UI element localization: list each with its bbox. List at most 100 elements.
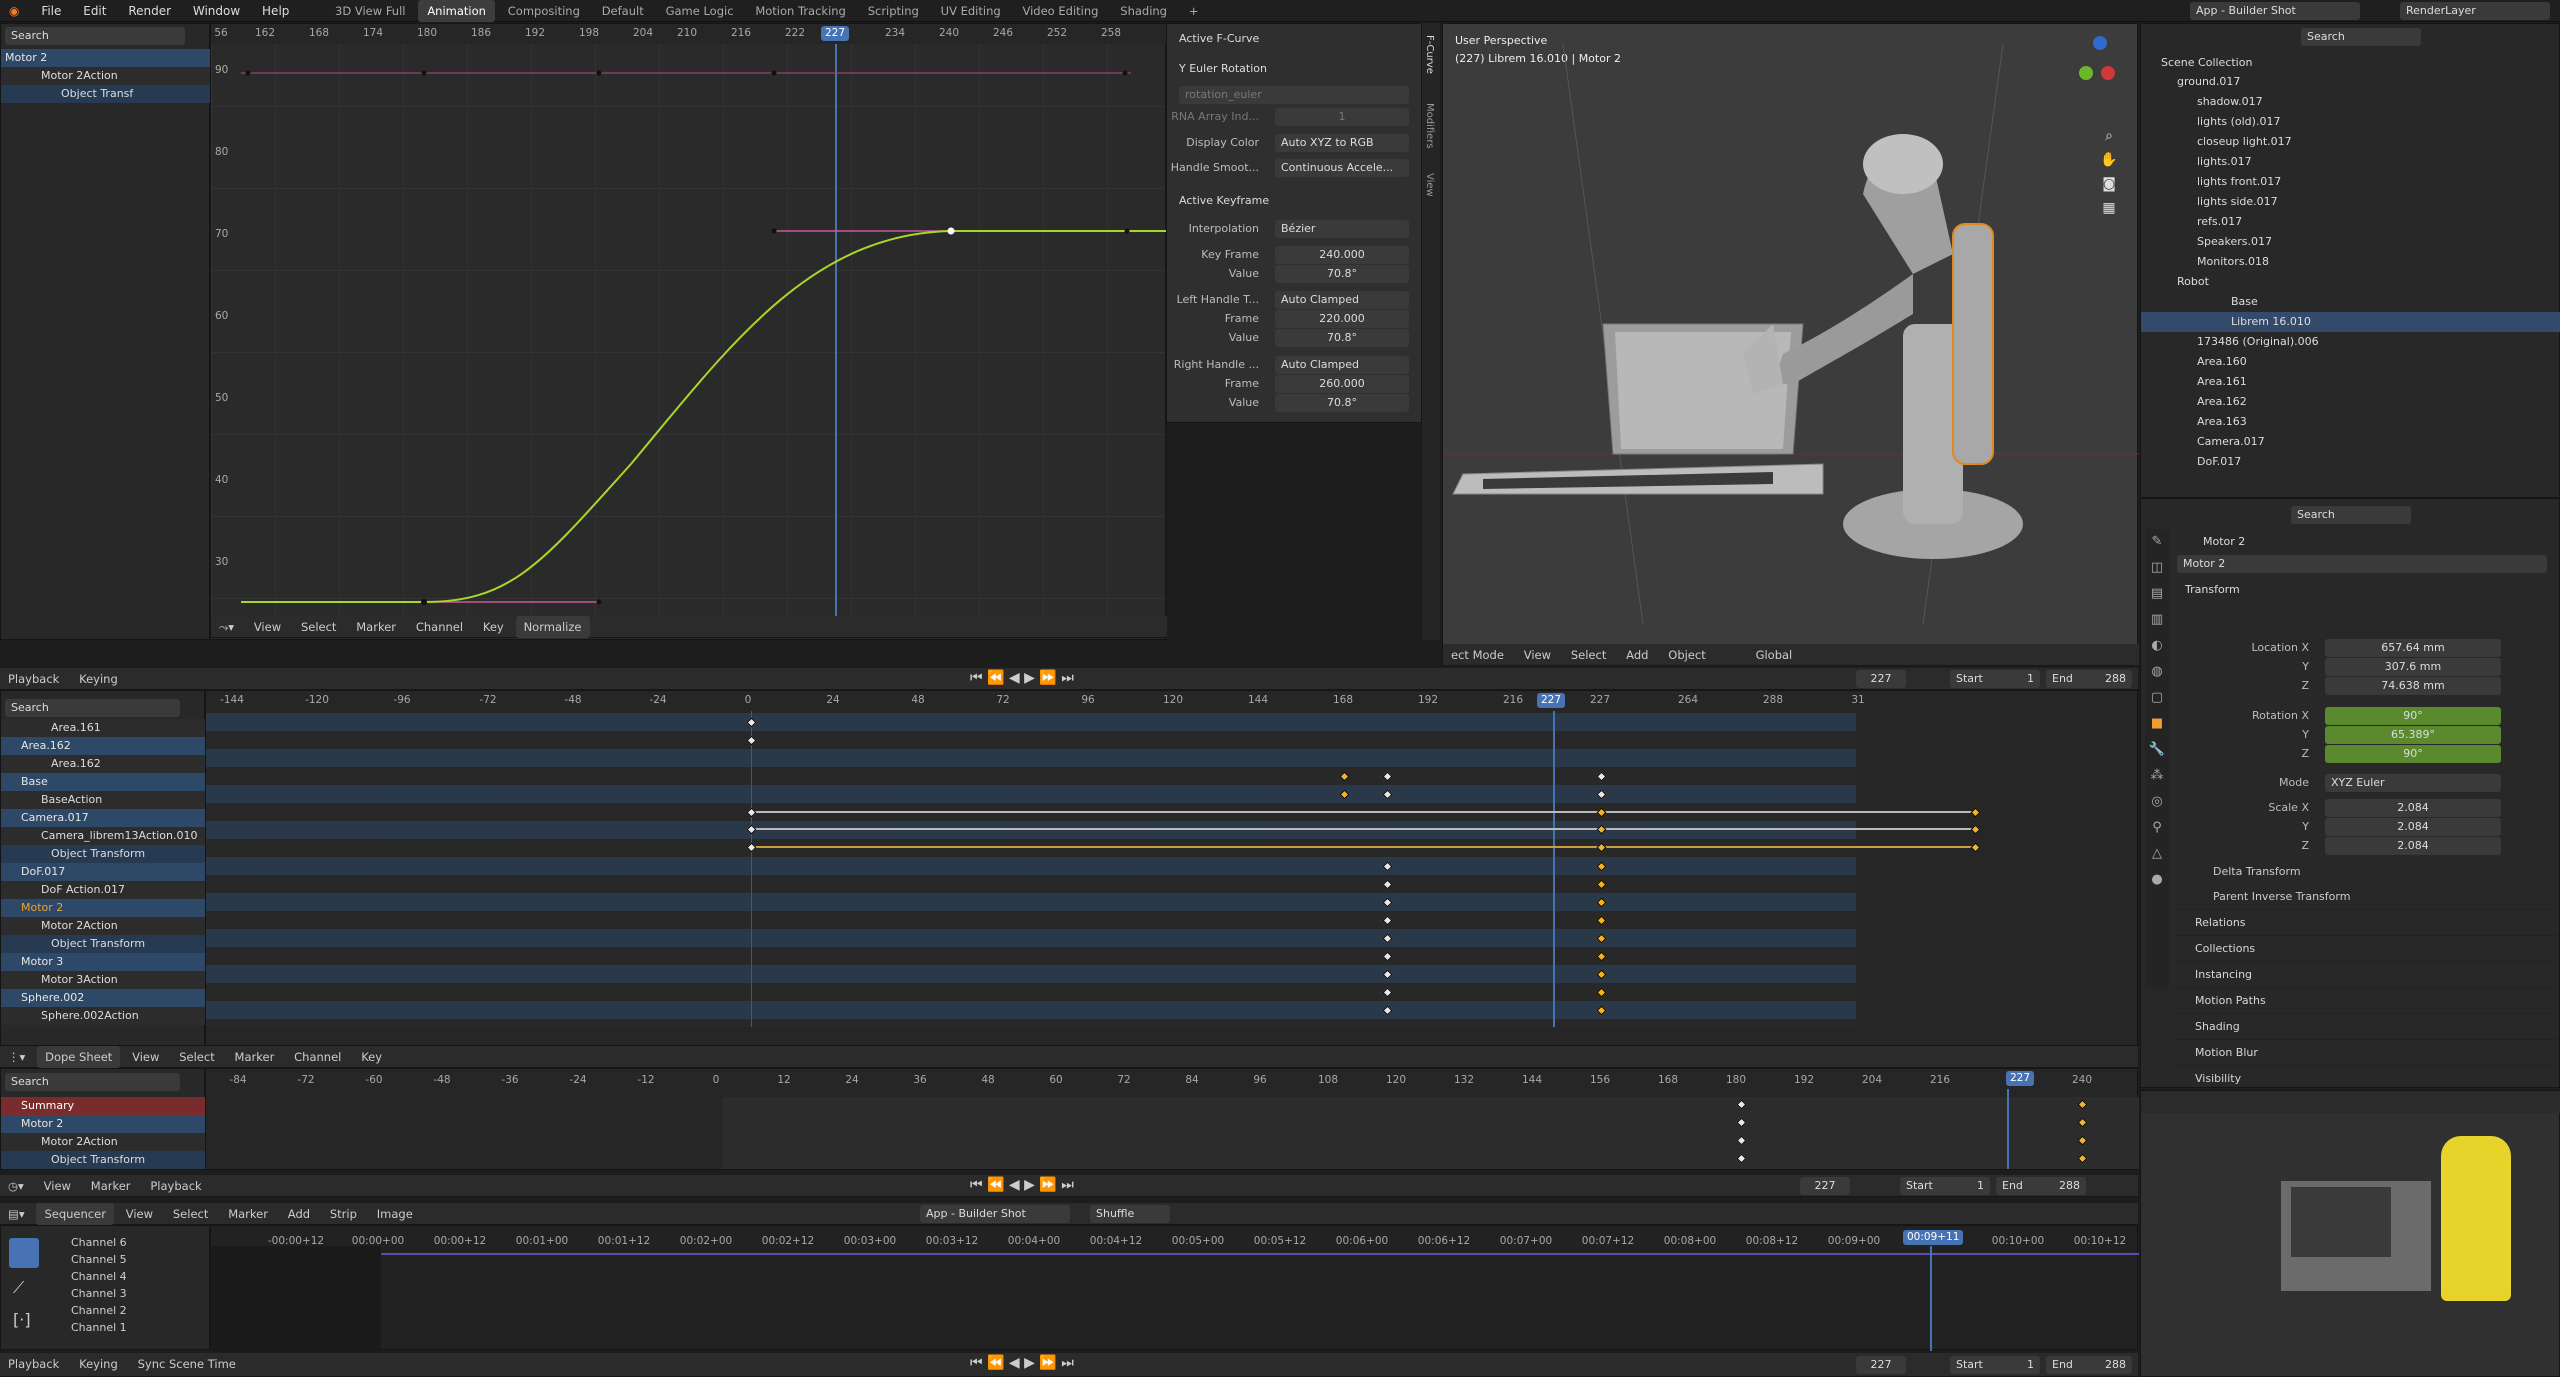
key-frame-field[interactable]: 240.000 — [1275, 246, 1409, 264]
sequencer-shuffle-select[interactable]: Shuffle — [1090, 1205, 1170, 1223]
collections-panel[interactable]: Collections — [2177, 935, 2557, 961]
channel-row[interactable]: Camera_librem13Action.010 — [1, 827, 206, 845]
tab-animation[interactable]: Animation — [418, 0, 495, 22]
channel-motor-2[interactable]: Motor 2 — [1, 49, 211, 67]
bottom-start-field[interactable]: Start 1 — [1950, 1356, 2040, 1374]
location-z-field[interactable]: 74.638 mm — [2325, 677, 2501, 695]
sequencer-mode-select[interactable]: Sequencer — [36, 1203, 114, 1225]
graph-menu-marker[interactable]: Marker — [348, 616, 404, 638]
outliner-item[interactable]: Speakers.017 — [2141, 232, 2560, 252]
world-tab-icon[interactable]: ◍ — [2145, 659, 2169, 685]
add-workspace-icon[interactable]: + — [1180, 0, 1208, 22]
bottom-playback-controls[interactable]: ⏮ ⏪ ◀ ▶ ⏩ ⏭ — [970, 1355, 1074, 1371]
rotation-mode-select[interactable]: XYZ Euler — [2325, 774, 2501, 792]
object-tab-icon[interactable]: ■ — [2145, 711, 2169, 737]
channel-row[interactable]: Sphere.002 — [1, 989, 206, 1007]
channel-row[interactable]: Motor 2Action — [1, 917, 206, 935]
motion-paths-panel[interactable]: Motion Paths — [2177, 987, 2557, 1013]
active-keyframe-title[interactable]: Active Keyframe — [1179, 194, 1269, 207]
channel-row[interactable]: Camera.017 — [1, 809, 206, 827]
navigation-gizmo[interactable] — [2053, 36, 2123, 106]
start-frame-field[interactable]: Start 1 — [1950, 670, 2040, 688]
properties-search-input[interactable]: Search — [2291, 506, 2411, 524]
zoom-icon[interactable]: ⌕ — [2099, 124, 2119, 148]
bottom-frame-field[interactable]: 227 — [1856, 1356, 1906, 1374]
parent-inverse-subpanel[interactable]: Parent Inverse Transform — [2213, 890, 2350, 903]
channel-row[interactable]: Object Transform — [1, 845, 206, 863]
shading-panel[interactable]: Shading — [2177, 1013, 2557, 1039]
data-tab-icon[interactable]: △ — [2145, 841, 2169, 867]
outliner-item[interactable]: Area.161 — [2141, 372, 2560, 392]
rotation-x-field[interactable]: 90° — [2325, 707, 2501, 725]
location-x-field[interactable]: 657.64 mm — [2325, 639, 2501, 657]
transform-panel-header[interactable]: Transform — [2185, 583, 2240, 596]
tab-view[interactable]: View — [1424, 173, 1435, 197]
handle-point[interactable] — [596, 599, 602, 605]
sequencer-channel-1[interactable]: Channel 1 — [67, 1319, 207, 1336]
sequencer-menu-view[interactable]: View — [118, 1203, 161, 1225]
dopesheet-menu-view[interactable]: View — [124, 1046, 167, 1068]
handle-smoothing-select[interactable]: Continuous Accele... — [1275, 159, 1409, 177]
summary-row[interactable]: Summary — [1, 1097, 206, 1115]
channel-row[interactable]: Motor 2 — [1, 899, 206, 917]
select-tool-icon[interactable] — [9, 1238, 39, 1268]
handle-point[interactable] — [1124, 228, 1130, 234]
active-fcurve-title[interactable]: Active F-Curve — [1179, 32, 1259, 45]
tab-uv-editing[interactable]: UV Editing — [932, 0, 1010, 22]
keyframe[interactable] — [1970, 842, 1981, 853]
motion-blur-panel[interactable]: Motion Blur — [2177, 1039, 2557, 1065]
visibility-panel[interactable]: Visibility — [2177, 1065, 2557, 1091]
outliner-item[interactable]: closeup light.017 — [2141, 132, 2560, 152]
timeline1-playback-menu[interactable]: Playback — [0, 668, 67, 690]
channel-row[interactable]: Motor 2 — [1, 1115, 206, 1133]
outliner-item[interactable]: Base — [2141, 292, 2560, 312]
sequencer-channel-2[interactable]: Channel 2 — [67, 1302, 207, 1319]
timeline2-menu-marker[interactable]: Marker — [83, 1175, 139, 1197]
key-value-field[interactable]: 70.8° — [1275, 265, 1409, 283]
channel-motor-2action[interactable]: Motor 2Action — [1, 67, 211, 85]
dopesheet-menu-key[interactable]: Key — [353, 1046, 390, 1068]
channel-object-transform[interactable]: Object Transf — [1, 85, 211, 103]
object-name-field[interactable]: Motor 2 — [2177, 555, 2547, 573]
gizmo-x-icon[interactable] — [2101, 66, 2115, 80]
playback-controls[interactable]: ⏮ ⏪ ◀ ▶ ⏩ ⏭ — [970, 670, 1074, 686]
keyframe-point[interactable] — [771, 70, 777, 76]
channel-row[interactable]: DoF.017 — [1, 863, 206, 881]
transform-orientation-select[interactable]: Global — [1748, 644, 1801, 666]
menu-edit[interactable]: Edit — [74, 0, 115, 22]
3d-viewport[interactable]: User Perspective (227) Librem 16.010 | M… — [1442, 23, 2139, 666]
channel-row[interactable]: Motor 2Action — [1, 1133, 206, 1151]
scale-z-field[interactable]: 2.084 — [2325, 837, 2501, 855]
sequencer-channel-5[interactable]: Channel 5 — [67, 1251, 207, 1268]
constraint-tab-icon[interactable]: ⚲ — [2145, 815, 2169, 841]
outliner-item[interactable]: Camera.017 — [2141, 432, 2560, 452]
collection-tab-icon[interactable]: ▢ — [2145, 685, 2169, 711]
viewport-menu-view[interactable]: View — [1516, 644, 1559, 666]
dopesheet-current-frame[interactable]: 227 — [2006, 1071, 2035, 1086]
dopesheet-mode-select[interactable]: Dope Sheet — [37, 1046, 121, 1068]
handle-point[interactable] — [771, 228, 777, 234]
outliner-search-input[interactable]: Search — [2301, 28, 2421, 46]
outliner-item[interactable]: lights front.017 — [2141, 172, 2560, 192]
ortho-grid-icon[interactable]: ▦ — [2099, 196, 2119, 220]
keyframe[interactable] — [1970, 807, 1981, 818]
selected-keyframe[interactable] — [947, 227, 955, 235]
blade-tool-icon[interactable]: ⟋ — [13, 1278, 24, 1298]
left-handle-value-field[interactable]: 70.8° — [1275, 329, 1409, 347]
normalize-toggle[interactable]: Normalize — [515, 616, 590, 638]
keyframe-point[interactable] — [596, 70, 602, 76]
channel-row[interactable]: Sphere.002Action — [1, 1007, 206, 1025]
timeline2-menu-view[interactable]: View — [36, 1175, 79, 1197]
tab-shading[interactable]: Shading — [1111, 0, 1176, 22]
dopesheet-menu-marker[interactable]: Marker — [227, 1046, 283, 1068]
end-frame-field[interactable]: End 288 — [2046, 670, 2132, 688]
object-mode-select[interactable]: ect Mode — [1443, 644, 1512, 666]
particles-tab-icon[interactable]: ⁂ — [2145, 763, 2169, 789]
timeline1-current-frame[interactable]: 227 — [1537, 693, 1566, 708]
outliner-item[interactable]: ground.017 — [2141, 72, 2560, 92]
sync-scene-time-checkbox[interactable]: Sync Scene Time — [130, 1353, 244, 1375]
rotation-y-field[interactable]: 65.389° — [2325, 726, 2501, 744]
tab-fcurve[interactable]: F-Curve — [1424, 35, 1435, 74]
channel-row[interactable]: Area.161 — [1, 719, 206, 737]
gizmo-z-icon[interactable] — [2093, 36, 2107, 50]
